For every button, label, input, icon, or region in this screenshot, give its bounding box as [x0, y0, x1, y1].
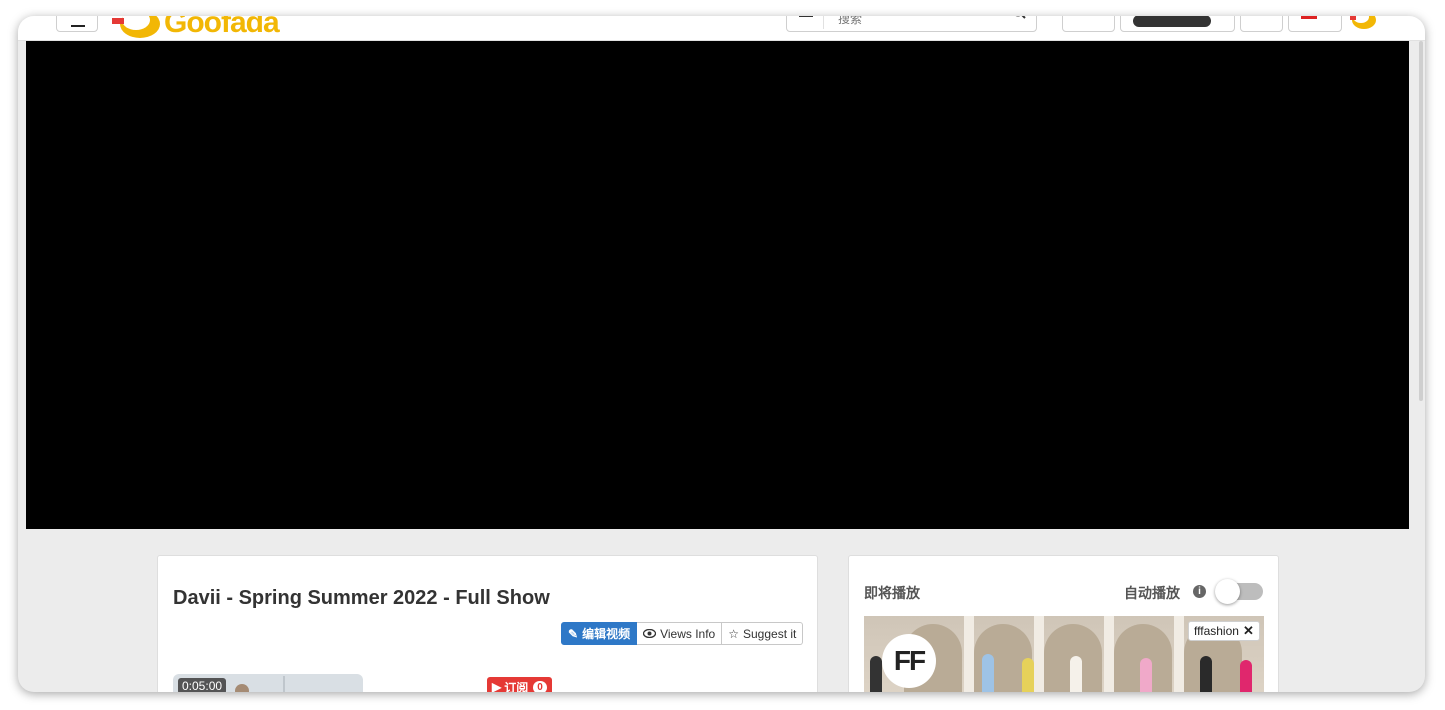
- menu-button[interactable]: [56, 16, 98, 32]
- model-figure: [1140, 658, 1152, 692]
- star-icon: ☆: [728, 626, 739, 641]
- column-decor: [964, 616, 974, 692]
- channel-logo: FF: [882, 634, 936, 688]
- toggle-knob: [1215, 579, 1240, 604]
- next-video-thumbnail[interactable]: FF fffashion ✕: [864, 616, 1264, 692]
- thumbnail-decor: [283, 676, 285, 692]
- eye-icon: [642, 627, 657, 641]
- suggest-label: Suggest it: [743, 626, 797, 641]
- model-figure: [1022, 658, 1034, 692]
- thumbnail-figure: [235, 684, 249, 692]
- search-icon[interactable]: [1012, 16, 1026, 22]
- account-button[interactable]: [1120, 16, 1235, 32]
- edit-icon: ✎: [568, 626, 579, 641]
- page-scrollbar[interactable]: [1419, 41, 1423, 401]
- flag-icon: [1301, 16, 1317, 19]
- subscriber-count: 0: [533, 680, 547, 692]
- model-figure: [870, 656, 882, 692]
- logo-text: Goofada: [164, 16, 280, 39]
- edit-video-button[interactable]: ✎ 编辑视频: [561, 622, 638, 645]
- up-next-label: 即将播放: [864, 585, 920, 601]
- subscribe-label: 订阅: [504, 680, 529, 693]
- site-header: Goofada: [18, 16, 1425, 41]
- subscribe-button[interactable]: ▶ 订阅 0: [487, 677, 552, 692]
- column-decor: [1174, 616, 1184, 692]
- suggest-button[interactable]: ☆ Suggest it: [722, 622, 804, 645]
- channel-thumbnail[interactable]: 0:05:00: [173, 674, 363, 692]
- video-info-card: Davii - Spring Summer 2022 - Full Show ✎…: [157, 555, 818, 692]
- video-player[interactable]: [26, 41, 1409, 529]
- channel-tag-label: fffashion: [1194, 624, 1239, 638]
- column-decor: [1034, 616, 1044, 692]
- user-avatar-icon[interactable]: [1348, 16, 1378, 30]
- search-input[interactable]: [823, 16, 999, 29]
- search-box[interactable]: [786, 16, 1037, 32]
- play-circle-icon: ▶: [492, 680, 502, 692]
- browser-window: Goofada Davii - Spring Summer 2022 - Ful…: [18, 16, 1425, 692]
- views-info-label: Views Info: [660, 626, 716, 641]
- model-figure: [1200, 656, 1212, 692]
- account-pill: [1133, 16, 1211, 27]
- up-next-card: 即将播放 自动播放 i FF fffashion ✕: [848, 555, 1279, 692]
- close-icon[interactable]: ✕: [1243, 623, 1254, 639]
- column-decor: [1104, 616, 1114, 692]
- language-button[interactable]: [1288, 16, 1342, 32]
- info-icon[interactable]: i: [1193, 585, 1206, 598]
- video-title: Davii - Spring Summer 2022 - Full Show: [173, 587, 550, 609]
- hamburger-icon: [71, 25, 85, 27]
- logo-mark-icon: [112, 16, 160, 38]
- video-actions: ✎ 编辑视频 Views Info ☆ Suggest it: [561, 622, 804, 645]
- channel-tag[interactable]: fffashion ✕: [1188, 621, 1260, 641]
- model-figure: [1240, 660, 1252, 692]
- views-info-button[interactable]: Views Info: [637, 622, 723, 645]
- notification-button[interactable]: [1240, 16, 1283, 32]
- upload-button[interactable]: [1062, 16, 1115, 32]
- autoplay-label: 自动播放: [1124, 585, 1180, 601]
- edit-video-label: 编辑视频: [582, 627, 631, 641]
- site-logo[interactable]: Goofada: [112, 16, 282, 39]
- duration-badge: 0:05:00: [178, 678, 227, 692]
- model-figure: [1070, 656, 1082, 692]
- autoplay-toggle[interactable]: [1215, 579, 1263, 604]
- model-figure: [982, 654, 994, 692]
- search-filter-icon[interactable]: [799, 16, 813, 18]
